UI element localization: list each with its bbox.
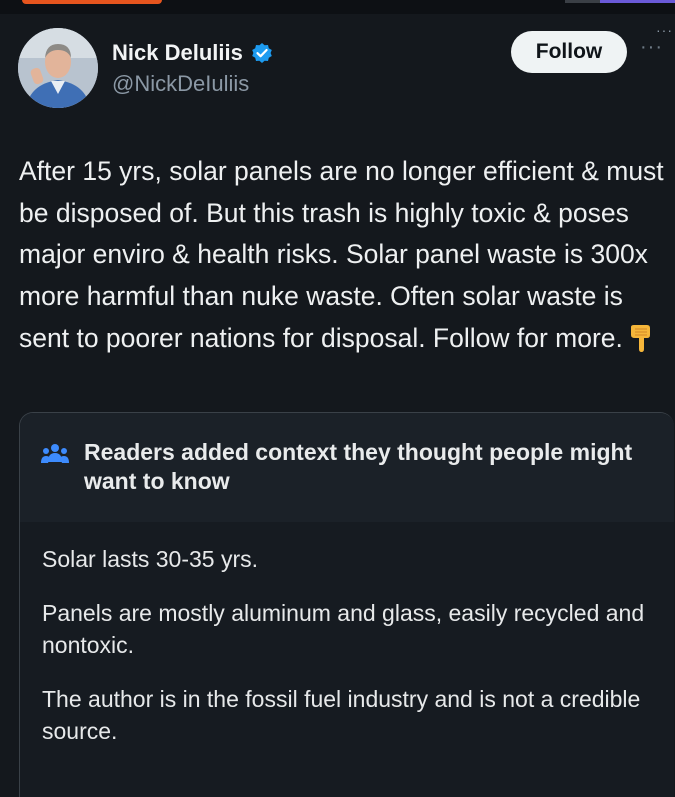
top-pill-indicator — [22, 0, 162, 4]
note-paragraph: The author is in the fossil fuel industr… — [42, 686, 641, 744]
note-paragraph: Panels are mostly aluminum and glass, ea… — [42, 600, 645, 658]
community-note-title: Readers added context they thought peopl… — [84, 439, 633, 494]
avatar[interactable] — [18, 28, 98, 108]
author-row: Nick Deluliis — [112, 38, 273, 68]
people-icon — [41, 444, 69, 463]
author-name[interactable]: Nick Deluliis — [112, 40, 243, 66]
tweet-text: After 15 yrs, solar panels are no longer… — [19, 156, 672, 353]
top-grey-indicator — [565, 0, 600, 3]
follow-button[interactable]: Follow — [511, 31, 627, 73]
top-status-strip — [0, 0, 675, 14]
community-note-body: Solar lasts 30-35 yrs. Panels are mostly… — [42, 543, 652, 769]
more-options-icon[interactable]: ··· — [640, 36, 663, 59]
backhand-index-pointing-down-icon — [630, 324, 650, 352]
tweet-text-block: After 15 yrs, solar panels are no longer… — [19, 151, 664, 360]
tweet-screen: Nick Deluliis @NickDeIuliis Follow ··· ·… — [0, 0, 675, 797]
top-accent-indicator — [600, 0, 675, 3]
community-note: Readers added context they thought peopl… — [19, 412, 674, 797]
avatar-image — [18, 28, 98, 108]
author-handle[interactable]: @NickDeIuliis — [112, 71, 249, 97]
community-note-header: Readers added context they thought peopl… — [20, 413, 674, 522]
verified-badge-icon — [252, 43, 272, 63]
note-paragraph: Solar lasts 30-35 yrs. — [42, 546, 259, 572]
